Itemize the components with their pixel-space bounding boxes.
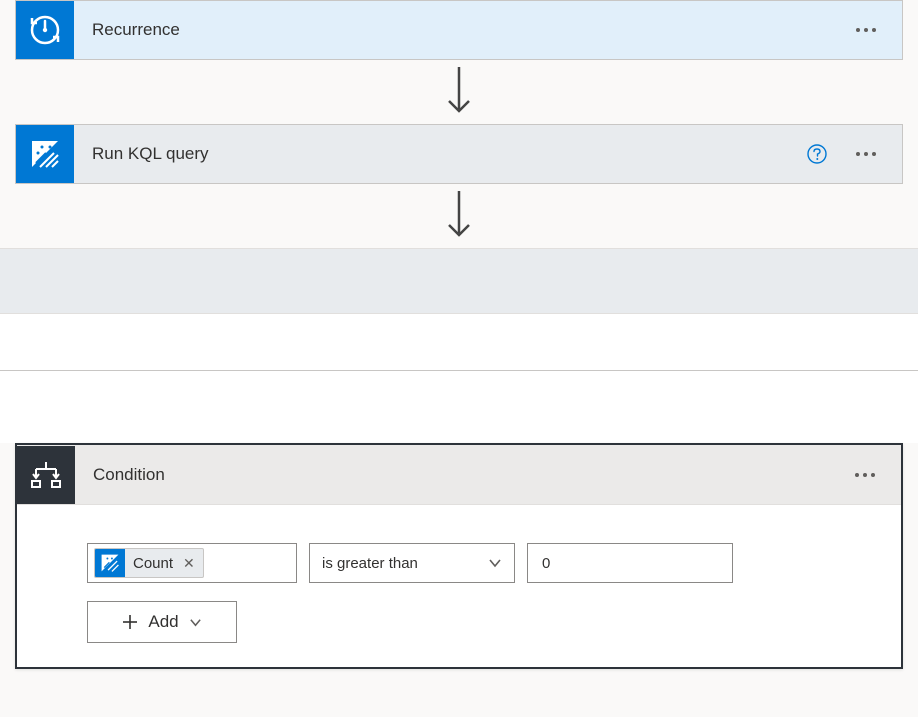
operator-value: is greater than <box>322 555 418 572</box>
token-label: Count <box>125 555 181 572</box>
kql-title: Run KQL query <box>74 144 806 164</box>
recurrence-title: Recurrence <box>74 20 850 40</box>
condition-header[interactable]: Condition <box>17 445 901 505</box>
add-condition-button[interactable]: Add <box>87 601 237 643</box>
chevron-down-icon <box>488 556 502 570</box>
kql-icon <box>16 125 74 183</box>
spacer-band <box>0 248 918 314</box>
kql-more-menu[interactable] <box>850 146 882 162</box>
chevron-down-icon <box>189 616 202 629</box>
connector-arrow <box>0 60 918 124</box>
kql-step-card[interactable]: Run KQL query <box>15 124 903 184</box>
condition-more-menu[interactable] <box>849 467 881 483</box>
plus-icon <box>122 614 138 630</box>
recurrence-step-card[interactable]: Recurrence <box>15 0 903 60</box>
white-gap <box>0 314 918 370</box>
condition-title: Condition <box>75 465 849 485</box>
condition-operator-select[interactable]: is greater than <box>309 543 515 583</box>
condition-left-operand-field[interactable]: Count ✕ <box>87 543 297 583</box>
add-button-label: Add <box>148 612 178 632</box>
recurrence-icon <box>16 1 74 59</box>
condition-value-field[interactable] <box>527 543 733 583</box>
kql-icon <box>95 548 125 578</box>
white-gap <box>0 371 918 443</box>
help-icon[interactable] <box>806 143 828 165</box>
condition-icon <box>17 446 75 504</box>
recurrence-more-menu[interactable] <box>850 22 882 38</box>
condition-value-input[interactable] <box>540 554 720 573</box>
condition-card: Condition <box>15 443 903 669</box>
condition-row: Count ✕ is greater than <box>87 543 883 583</box>
token-remove-icon[interactable]: ✕ <box>181 555 203 572</box>
count-token-chip: Count ✕ <box>94 548 204 578</box>
connector-arrow <box>0 184 918 248</box>
